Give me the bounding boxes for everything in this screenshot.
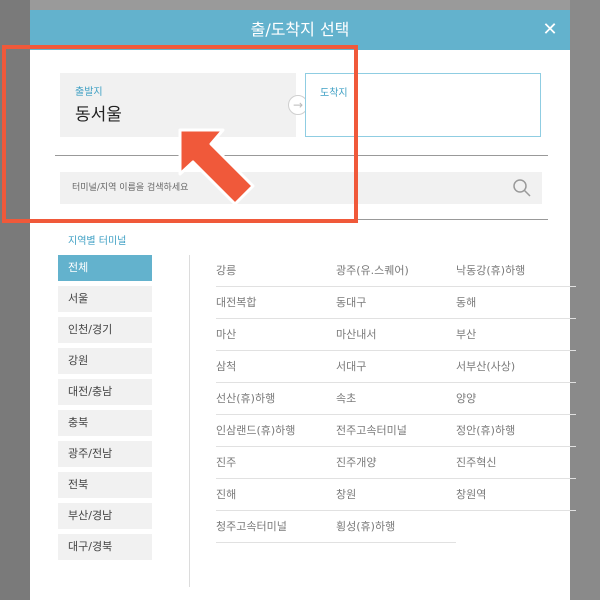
region-tab[interactable]: 전체 [58,255,152,281]
terminal-item[interactable]: 대전복합 [216,287,336,319]
terminal-item[interactable]: 삼척 [216,351,336,383]
terminal-row: 마산 마산내서 부산 [186,319,576,351]
region-tab[interactable]: 대전/충남 [58,379,152,405]
terminal-item[interactable]: 양양 [456,383,576,415]
divider-bottom [55,219,548,220]
terminal-item[interactable]: 서부산(사상) [456,351,576,383]
departure-value: 동서울 [75,105,122,125]
region-tab[interactable]: 부산/경남 [58,503,152,529]
search-icon[interactable] [512,178,532,198]
terminal-item[interactable]: 횡성(휴)하행 [336,511,456,543]
departure-label: 출발지 [75,87,103,98]
region-tab[interactable]: 서울 [58,286,152,312]
terminal-row: 선산(휴)하행 속초 양양 [186,383,576,415]
terminal-item[interactable]: 속초 [336,383,456,415]
terminal-item[interactable]: 마산 [216,319,336,351]
terminal-item[interactable]: 진주혁신 [456,447,576,479]
terminal-row: 인삼랜드(휴)하행 전주고속터미널 정안(휴)하행 [186,415,576,447]
terminal-item[interactable]: 창원역 [456,479,576,511]
terminal-item[interactable]: 강릉 [216,255,336,287]
region-tab[interactable]: 충북 [58,410,152,436]
terminal-item[interactable]: 선산(휴)하행 [216,383,336,415]
terminal-row: 진해 창원 창원역 [186,479,576,511]
annotation-arrow-icon [178,128,255,206]
terminal-item[interactable]: 진해 [216,479,336,511]
divider-top [55,155,548,156]
arrival-label: 도착지 [320,88,348,99]
region-tab[interactable]: 대구/경북 [58,534,152,560]
terminal-row: 삼척 서대구 서부산(사상) [186,351,576,383]
terminal-item[interactable]: 낙동강(휴)하행 [456,255,576,287]
close-button[interactable]: ✕ [538,10,562,50]
terminal-item[interactable]: 서대구 [336,351,456,383]
section-title: 지역별 터미널 [68,236,127,247]
terminal-row: 대전복합 동대구 동해 [186,287,576,319]
terminal-item[interactable]: 창원 [336,479,456,511]
search-bar [60,172,542,204]
terminal-item[interactable]: 부산 [456,319,576,351]
modal-title: 출/도착지 선택 [250,20,350,39]
region-list: 전체서울인천/경기강원대전/충남충북광주/전남전북부산/경남대구/경북 [58,255,158,565]
region-tab[interactable]: 인천/경기 [58,317,152,343]
arrival-field[interactable]: 도착지 [305,73,541,137]
terminal-select-modal: 출/도착지 선택 ✕ 출발지 동서울 → 도착지 지역별 터미널 전체서울인천/… [30,10,576,600]
terminal-list: 강릉 광주(유.스퀘어) 낙동강(휴)하행 대전복합 동대구 동해 마산 마산내서 부산 삼척 서대… [186,255,576,543]
page-backdrop-left [0,0,30,600]
terminal-item[interactable]: 인삼랜드(휴)하행 [216,415,336,447]
terminal-item[interactable]: 전주고속터미널 [336,415,456,447]
terminal-row: 진주 진주개양 진주혁신 [186,447,576,479]
terminal-item[interactable]: 광주(유.스퀘어) [336,255,456,287]
terminal-item[interactable]: 진주 [216,447,336,479]
terminal-row: 청주고속터미널 횡성(휴)하행 [186,511,550,543]
region-tab[interactable]: 강원 [58,348,152,374]
terminal-item[interactable]: 동해 [456,287,576,319]
terminal-row: 강릉 광주(유.스퀘어) 낙동강(휴)하행 [186,255,576,287]
terminal-item[interactable]: 마산내서 [336,319,456,351]
terminal-item[interactable]: 청주고속터미널 [216,511,336,543]
page-backdrop-top [30,0,570,10]
search-input[interactable] [60,172,500,204]
terminal-item[interactable]: 진주개양 [336,447,456,479]
terminal-item[interactable]: 동대구 [336,287,456,319]
modal-header: 출/도착지 선택 ✕ [30,10,570,50]
region-tab[interactable]: 광주/전남 [58,441,152,467]
terminal-item[interactable]: 정안(휴)하행 [456,415,576,447]
region-tab[interactable]: 전북 [58,472,152,498]
